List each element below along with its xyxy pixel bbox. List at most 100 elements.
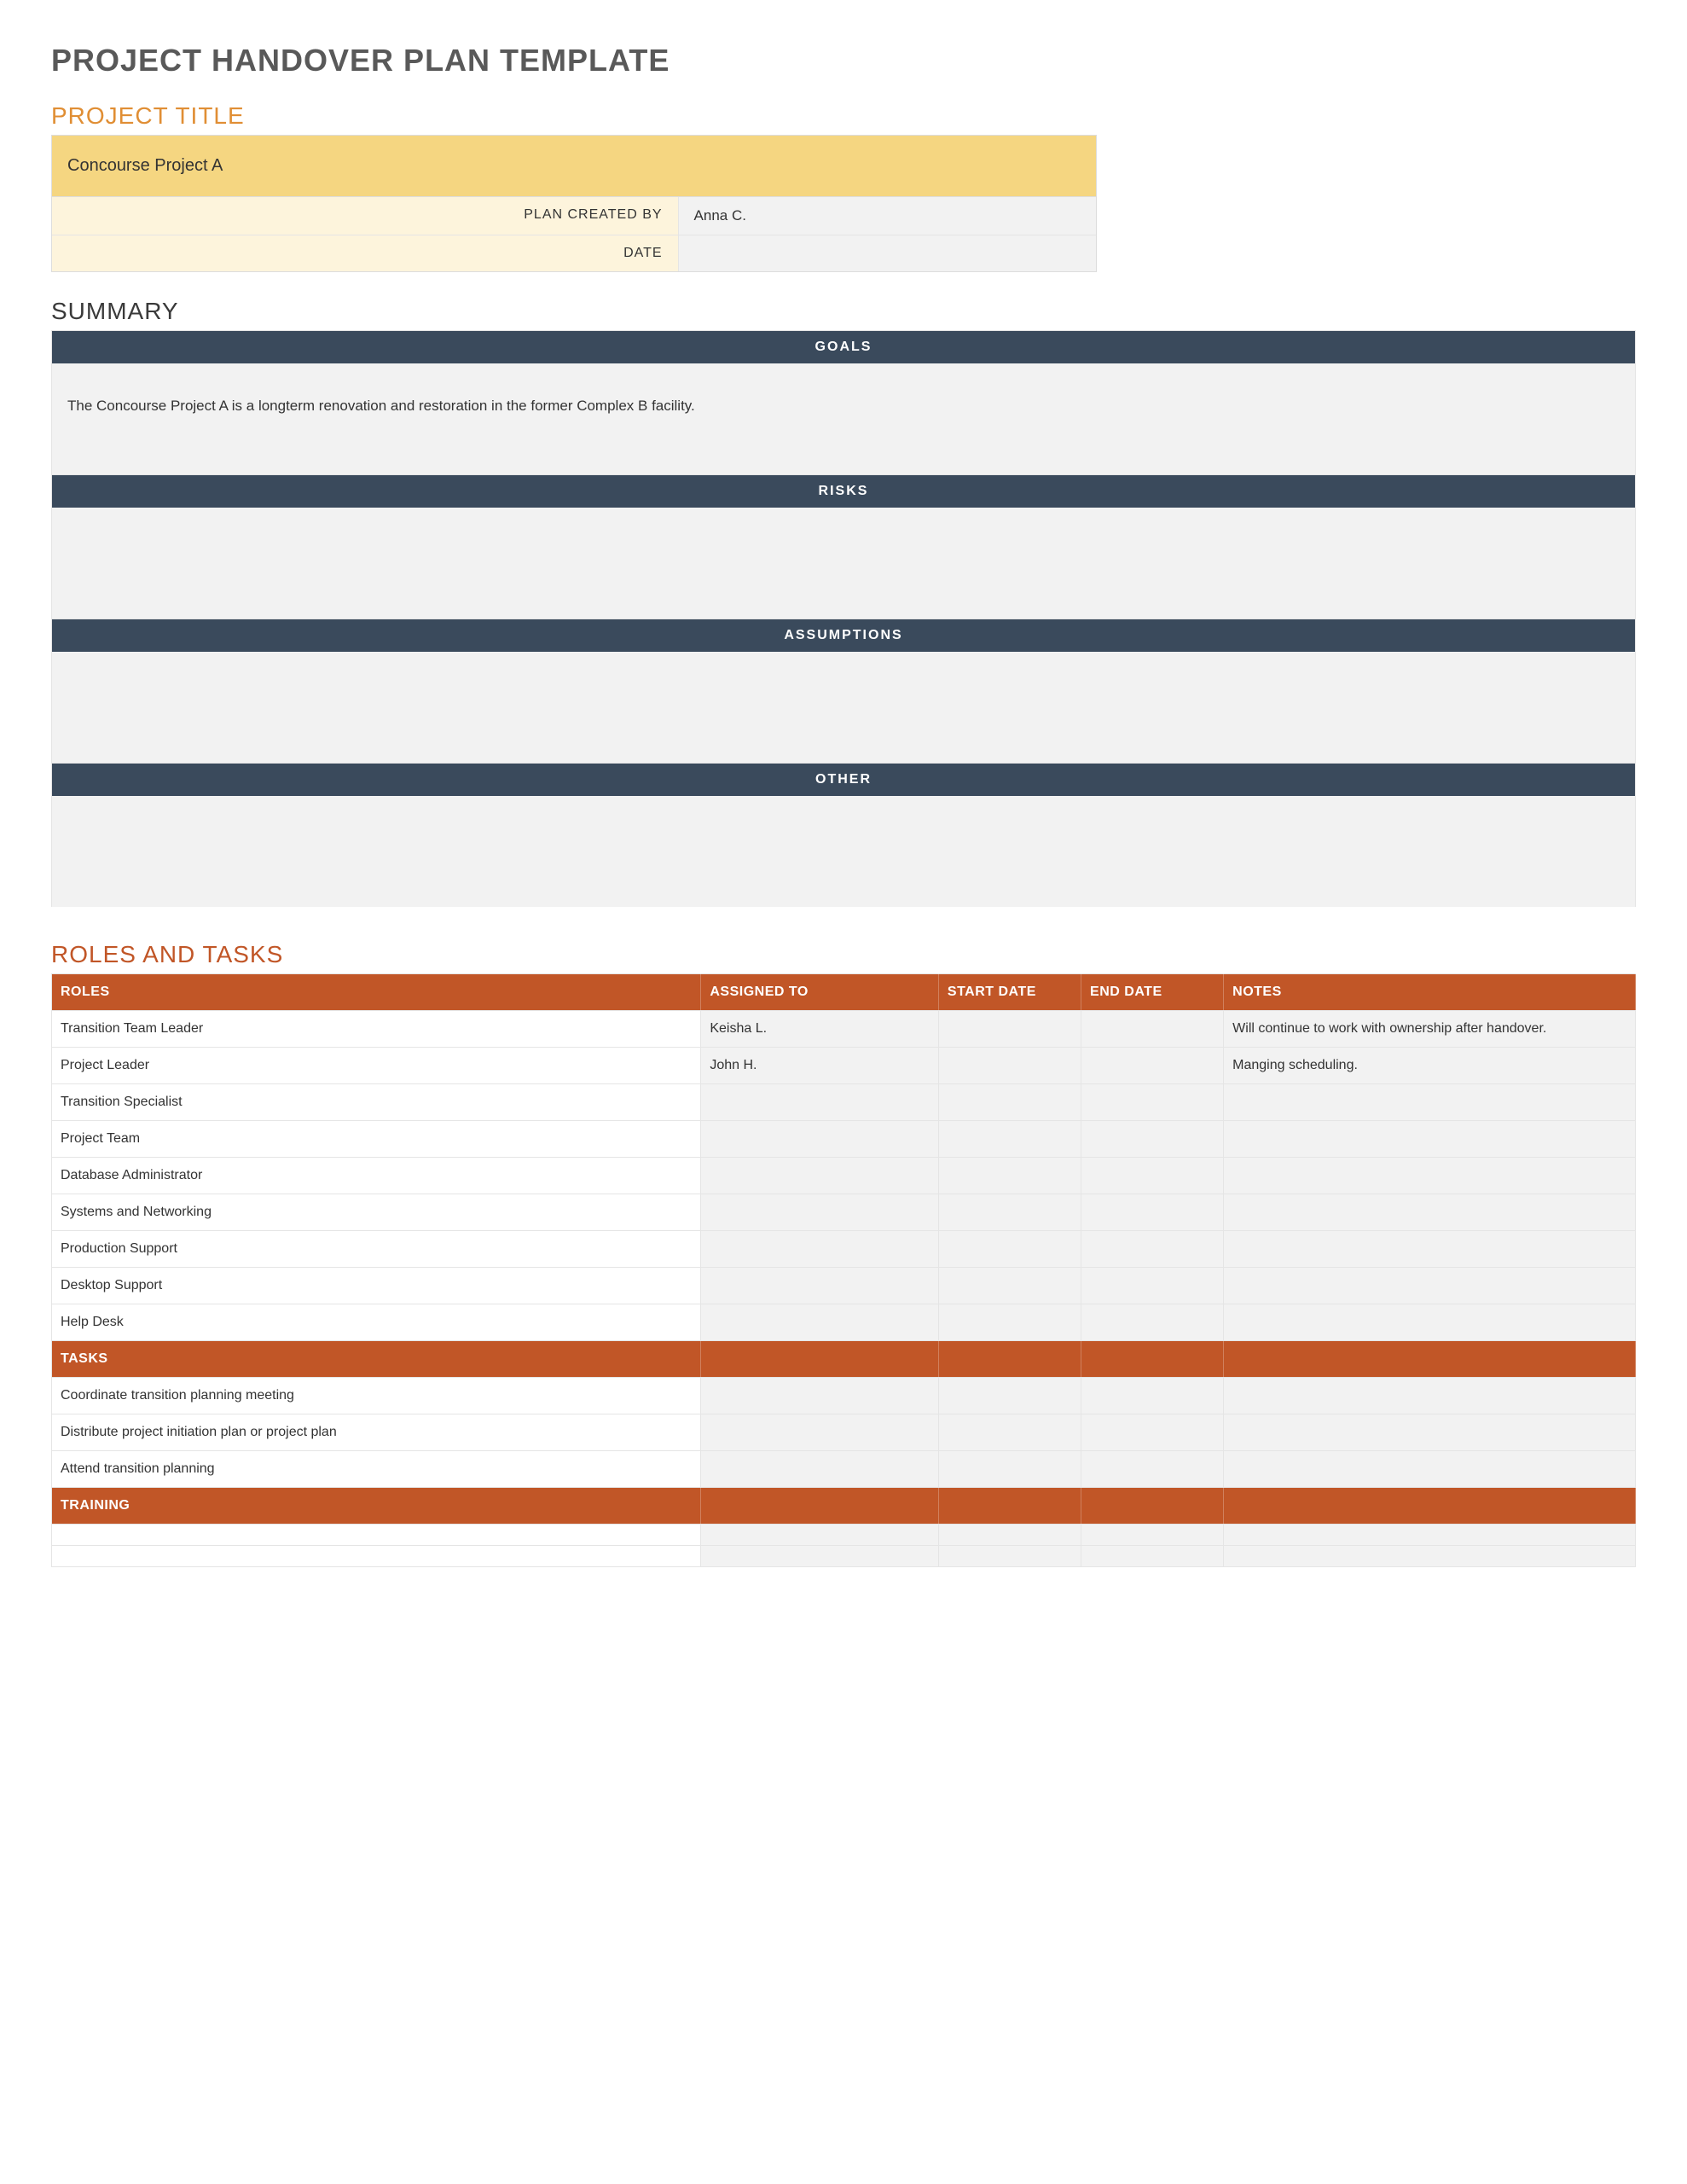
start-cell[interactable]: [938, 1304, 1081, 1341]
table-row: Project Team: [52, 1121, 1636, 1158]
project-title-heading: PROJECT TITLE: [51, 102, 1636, 130]
role-cell[interactable]: Coordinate transition planning meeting: [52, 1378, 701, 1414]
end-cell[interactable]: [1081, 1268, 1224, 1304]
summary-heading: SUMMARY: [51, 298, 1636, 325]
role-cell[interactable]: Systems and Networking: [52, 1194, 701, 1231]
assigned-cell[interactable]: [701, 1378, 939, 1414]
role-cell[interactable]: [52, 1546, 701, 1567]
end-cell[interactable]: [1081, 1231, 1224, 1268]
role-cell[interactable]: Attend transition planning: [52, 1451, 701, 1488]
end-cell[interactable]: [1081, 1158, 1224, 1194]
role-cell[interactable]: Database Administrator: [52, 1158, 701, 1194]
start-cell[interactable]: [938, 1231, 1081, 1268]
assigned-cell[interactable]: [701, 1304, 939, 1341]
notes-cell[interactable]: [1224, 1121, 1636, 1158]
table-row: Database Administrator: [52, 1158, 1636, 1194]
assigned-cell[interactable]: [701, 1084, 939, 1121]
section-blank: [1081, 1488, 1224, 1525]
other-header: OTHER: [52, 764, 1635, 796]
end-cell[interactable]: [1081, 1048, 1224, 1084]
start-cell[interactable]: [938, 1194, 1081, 1231]
th-assigned: ASSIGNED TO: [701, 974, 939, 1011]
notes-cell[interactable]: [1224, 1231, 1636, 1268]
start-cell[interactable]: [938, 1011, 1081, 1048]
meta-row-date: DATE: [52, 235, 1096, 271]
assigned-cell[interactable]: John H.: [701, 1048, 939, 1084]
role-cell[interactable]: Transition Team Leader: [52, 1011, 701, 1048]
end-cell[interactable]: [1081, 1011, 1224, 1048]
notes-cell[interactable]: [1224, 1158, 1636, 1194]
end-cell[interactable]: [1081, 1451, 1224, 1488]
table-row: [52, 1525, 1636, 1546]
start-cell[interactable]: [938, 1378, 1081, 1414]
plan-created-by-value[interactable]: Anna C.: [679, 197, 1097, 235]
assigned-cell[interactable]: [701, 1546, 939, 1567]
th-notes: NOTES: [1224, 974, 1636, 1011]
document-title: PROJECT HANDOVER PLAN TEMPLATE: [51, 43, 1636, 78]
notes-cell[interactable]: [1224, 1268, 1636, 1304]
start-cell[interactable]: [938, 1084, 1081, 1121]
notes-cell[interactable]: Will continue to work with ownership aft…: [1224, 1011, 1636, 1048]
assigned-cell[interactable]: [701, 1451, 939, 1488]
start-cell[interactable]: [938, 1121, 1081, 1158]
th-roles: ROLES: [52, 974, 701, 1011]
start-cell[interactable]: [938, 1414, 1081, 1451]
end-cell[interactable]: [1081, 1121, 1224, 1158]
end-cell[interactable]: [1081, 1525, 1224, 1546]
table-row: Transition Specialist: [52, 1084, 1636, 1121]
end-cell[interactable]: [1081, 1084, 1224, 1121]
th-start: START DATE: [938, 974, 1081, 1011]
role-cell[interactable]: Project Team: [52, 1121, 701, 1158]
notes-cell[interactable]: Manging scheduling.: [1224, 1048, 1636, 1084]
end-cell[interactable]: [1081, 1304, 1224, 1341]
role-cell[interactable]: Distribute project initiation plan or pr…: [52, 1414, 701, 1451]
notes-cell[interactable]: [1224, 1084, 1636, 1121]
notes-cell[interactable]: [1224, 1546, 1636, 1567]
start-cell[interactable]: [938, 1525, 1081, 1546]
notes-cell[interactable]: [1224, 1451, 1636, 1488]
notes-cell[interactable]: [1224, 1378, 1636, 1414]
assigned-cell[interactable]: Keisha L.: [701, 1011, 939, 1048]
start-cell[interactable]: [938, 1158, 1081, 1194]
assigned-cell[interactable]: [701, 1194, 939, 1231]
table-row: Systems and Networking: [52, 1194, 1636, 1231]
notes-cell[interactable]: [1224, 1414, 1636, 1451]
assigned-cell[interactable]: [701, 1231, 939, 1268]
risks-body[interactable]: [52, 508, 1635, 619]
role-cell[interactable]: [52, 1525, 701, 1546]
end-cell[interactable]: [1081, 1378, 1224, 1414]
table-row: Transition Team LeaderKeisha L. Will cont…: [52, 1011, 1636, 1048]
start-cell[interactable]: [938, 1268, 1081, 1304]
notes-cell[interactable]: [1224, 1525, 1636, 1546]
role-cell[interactable]: Desktop Support: [52, 1268, 701, 1304]
goals-body[interactable]: The Concourse Project A is a longterm re…: [52, 363, 1635, 474]
other-body[interactable]: [52, 796, 1635, 907]
assumptions-header: ASSUMPTIONS: [52, 619, 1635, 652]
start-cell[interactable]: [938, 1451, 1081, 1488]
notes-cell[interactable]: [1224, 1304, 1636, 1341]
role-cell[interactable]: Transition Specialist: [52, 1084, 701, 1121]
risks-header: RISKS: [52, 475, 1635, 508]
role-cell[interactable]: Help Desk: [52, 1304, 701, 1341]
end-cell[interactable]: [1081, 1194, 1224, 1231]
project-name-cell[interactable]: Concourse Project A: [52, 136, 1096, 197]
table-row: Help Desk: [52, 1304, 1636, 1341]
notes-cell[interactable]: [1224, 1194, 1636, 1231]
role-cell[interactable]: Project Leader: [52, 1048, 701, 1084]
plan-created-by-label: PLAN CREATED BY: [52, 197, 679, 235]
assigned-cell[interactable]: [701, 1158, 939, 1194]
end-cell[interactable]: [1081, 1546, 1224, 1567]
end-cell[interactable]: [1081, 1414, 1224, 1451]
start-cell[interactable]: [938, 1546, 1081, 1567]
start-cell[interactable]: [938, 1048, 1081, 1084]
assigned-cell[interactable]: [701, 1525, 939, 1546]
role-cell[interactable]: Production Support: [52, 1231, 701, 1268]
section-blank: [1081, 1341, 1224, 1378]
assumptions-body[interactable]: [52, 652, 1635, 763]
assigned-cell[interactable]: [701, 1121, 939, 1158]
assigned-cell[interactable]: [701, 1414, 939, 1451]
section-blank: [701, 1488, 939, 1525]
assigned-cell[interactable]: [701, 1268, 939, 1304]
date-label: DATE: [52, 235, 679, 271]
date-value[interactable]: [679, 235, 1097, 271]
